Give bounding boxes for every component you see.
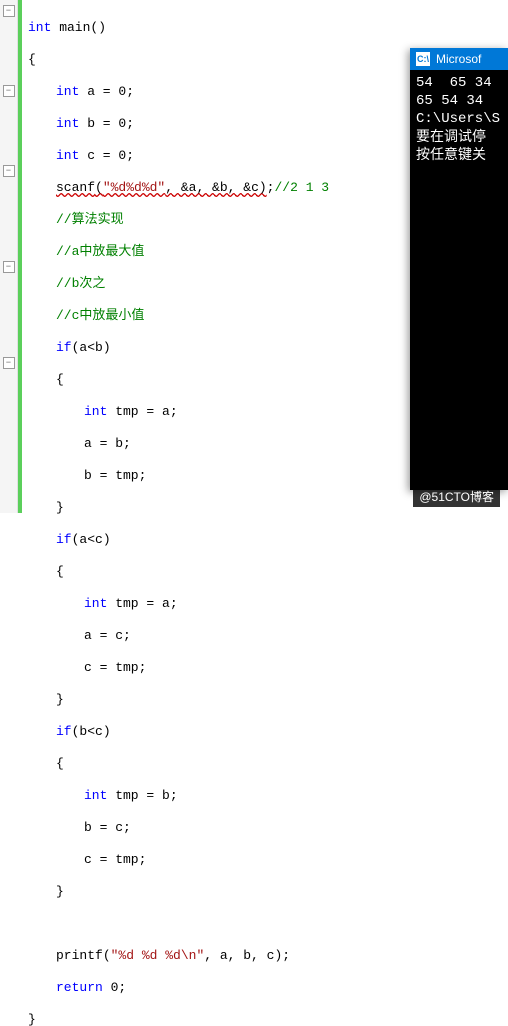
keyword: int — [56, 116, 79, 131]
code-text: tmp = a; — [107, 596, 177, 611]
brace: { — [56, 756, 64, 771]
code-text: b = c; — [84, 820, 131, 835]
brace: { — [56, 372, 64, 387]
keyword: int — [84, 596, 107, 611]
fold-icon[interactable]: − — [3, 261, 15, 273]
code-text: tmp = b; — [107, 788, 177, 803]
keyword: int — [56, 84, 79, 99]
fn-name: scanf — [56, 180, 95, 195]
keyword: if — [56, 724, 72, 739]
output-line: 要在调试停 — [416, 129, 502, 147]
keyword: if — [56, 532, 72, 547]
code-text: a = b; — [84, 436, 131, 451]
output-line: C:\Users\S — [416, 110, 502, 128]
brace: { — [28, 52, 36, 67]
code-text: a = c; — [84, 628, 131, 643]
keyword: int — [56, 148, 79, 163]
code-text: 0; — [103, 980, 126, 995]
code-text: tmp = a; — [107, 404, 177, 419]
warning-underline: scanf("%d%d%d", &a, &b, &c) — [56, 180, 267, 195]
fn-name: printf — [56, 948, 103, 963]
code-text: , a, b, c); — [204, 948, 290, 963]
console-icon: C:\ — [416, 52, 430, 66]
output-line: 54 65 34 — [416, 74, 502, 92]
keyword: int — [84, 788, 107, 803]
brace: } — [56, 884, 64, 899]
console-output: 54 65 3465 54 34C:\Users\S要在调试停按任意键关 — [410, 70, 508, 490]
keyword: int — [84, 404, 107, 419]
string-literal: "%d %d %d\n" — [111, 948, 205, 963]
condition: (b<c) — [72, 724, 111, 739]
comment: //算法实现 — [56, 212, 124, 227]
keyword: return — [56, 980, 103, 995]
console-window[interactable]: C:\ Microsof 54 65 3465 54 34C:\Users\S要… — [410, 48, 508, 490]
condition: (a<c) — [72, 532, 111, 547]
title-bar[interactable]: C:\ Microsof — [410, 48, 508, 70]
code-text: c = 0; — [79, 148, 134, 163]
code-text: b = tmp; — [84, 468, 146, 483]
code-text: a = 0; — [79, 84, 134, 99]
window-title: Microsof — [436, 52, 481, 66]
keyword: if — [56, 340, 72, 355]
comment: //b次之 — [56, 276, 105, 291]
string-literal: "%d%d%d" — [103, 180, 165, 195]
comment: //a中放最大值 — [56, 244, 144, 259]
code-text: main() — [51, 20, 106, 35]
keyword: int — [28, 20, 51, 35]
code-text: b = 0; — [79, 116, 134, 131]
brace: { — [56, 564, 64, 579]
comment: //2 1 3 — [274, 180, 329, 195]
fold-icon[interactable]: − — [3, 165, 15, 177]
fold-icon[interactable]: − — [3, 357, 15, 369]
fold-gutter: − − − − − — [0, 0, 18, 513]
condition: (a<b) — [72, 340, 111, 355]
code-text: c = tmp; — [84, 660, 146, 675]
brace: } — [56, 692, 64, 707]
fold-icon[interactable]: − — [3, 5, 15, 17]
brace: } — [28, 1012, 36, 1026]
fold-icon[interactable]: − — [3, 85, 15, 97]
output-line: 按任意键关 — [416, 147, 502, 165]
comment: //c中放最小值 — [56, 308, 144, 323]
code-text: c = tmp; — [84, 852, 146, 867]
output-line: 65 54 34 — [416, 92, 502, 110]
watermark: @51CTO博客 — [413, 486, 500, 507]
